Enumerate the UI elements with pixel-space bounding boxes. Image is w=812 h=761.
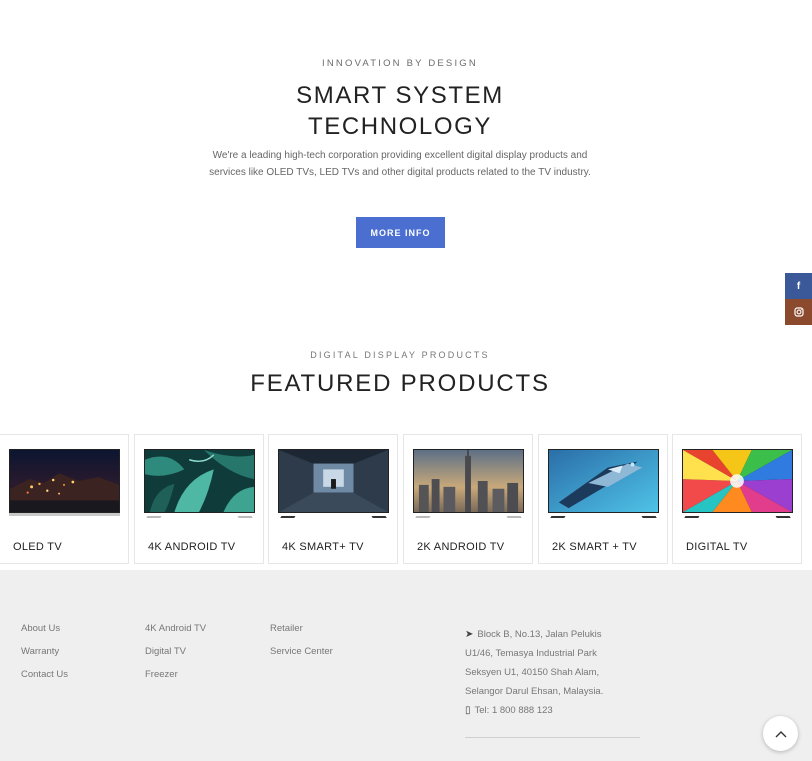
product-card-4k-android-tv[interactable]: 4K ANDROID TV	[134, 434, 264, 564]
facebook-link[interactable]: f	[785, 273, 812, 299]
footer-column-products: 4K Android TV Digital TV Freezer	[145, 622, 206, 691]
product-card-oled-tv[interactable]: OLED TV	[0, 434, 129, 564]
hero-kicker: INNOVATION BY DESIGN	[322, 58, 478, 69]
more-info-button[interactable]: MORE INFO	[356, 217, 445, 248]
product-image	[9, 449, 120, 517]
mobile-phone-icon: ▯	[465, 705, 471, 716]
product-label: OLED TV	[13, 541, 62, 553]
footer-link-digital-tv[interactable]: Digital TV	[145, 645, 206, 668]
footer-address: ➤ Block B, No.13, Jalan Pelukis U1/46, Te…	[465, 625, 645, 738]
product-label: 2K SMART + TV	[552, 541, 637, 553]
hero-title-line1: SMART SYSTEM	[296, 82, 504, 109]
footer-link-service-center[interactable]: Service Center	[270, 645, 333, 668]
product-image	[682, 449, 793, 518]
footer-column-support: Retailer Service Center	[270, 622, 333, 668]
site-footer: About Us Warranty Contact Us 4K Android …	[0, 570, 812, 761]
product-label: 2K ANDROID TV	[417, 541, 505, 553]
footer-link-freezer[interactable]: Freezer	[145, 668, 206, 691]
product-image	[144, 449, 255, 518]
chevron-up-icon	[775, 730, 786, 737]
instagram-icon	[793, 307, 804, 317]
product-label: 4K ANDROID TV	[148, 541, 236, 553]
product-card-digital-tv[interactable]: DIGITAL TV	[672, 434, 802, 564]
product-card-2k-android-tv[interactable]: 2K ANDROID TV	[403, 434, 533, 564]
footer-link-about-us[interactable]: About Us	[21, 622, 68, 645]
featured-kicker: DIGITAL DISPLAY PRODUCTS	[310, 350, 490, 360]
hero-title-line2: TECHNOLOGY	[307, 113, 493, 140]
hero-description: We're a leading high-tech corporation pr…	[209, 150, 591, 178]
product-card-4k-smart-plus-tv[interactable]: 4K SMART+ TV	[268, 434, 398, 564]
product-card-2k-smart-plus-tv[interactable]: 2K SMART + TV	[538, 434, 668, 564]
social-sidebar: f	[785, 273, 812, 325]
address-line: Seksyen U1, 40150 Shah Alam,	[465, 667, 600, 678]
featured-title: FEATURED PRODUCTS	[250, 370, 550, 397]
footer-link-contact-us[interactable]: Contact Us	[21, 668, 68, 691]
product-image	[548, 449, 659, 518]
back-to-top-button[interactable]	[763, 716, 798, 751]
product-image	[413, 449, 524, 518]
footer-link-retailer[interactable]: Retailer	[270, 622, 333, 645]
product-label: 4K SMART+ TV	[282, 541, 364, 553]
address-line: U1/46, Temasya Industrial Park	[465, 648, 597, 659]
footer-divider	[465, 737, 640, 738]
address-line: ➤ Block B, No.13, Jalan Pelukis	[465, 629, 602, 640]
facebook-icon: f	[796, 280, 801, 292]
hero-title: SMART SYSTEM TECHNOLOGY	[0, 80, 800, 142]
product-carousel: OLED TV 4K ANDROID TV 4K SMART+ TV 2K AN…	[0, 434, 812, 564]
hero-section: INNOVATION BY DESIGN SMART SYSTEM TECHNO…	[0, 0, 812, 330]
footer-column-company: About Us Warranty Contact Us	[21, 622, 68, 691]
instagram-link[interactable]	[785, 299, 812, 325]
footer-link-4k-android-tv[interactable]: 4K Android TV	[145, 622, 206, 645]
address-line: Selangor Darul Ehsan, Malaysia.	[465, 686, 604, 697]
location-arrow-icon: ➤	[465, 629, 474, 640]
footer-link-warranty[interactable]: Warranty	[21, 645, 68, 668]
phone-line: ▯ Tel: 1 800 888 123	[465, 705, 553, 716]
product-label: DIGITAL TV	[686, 541, 748, 553]
product-image	[278, 449, 389, 518]
